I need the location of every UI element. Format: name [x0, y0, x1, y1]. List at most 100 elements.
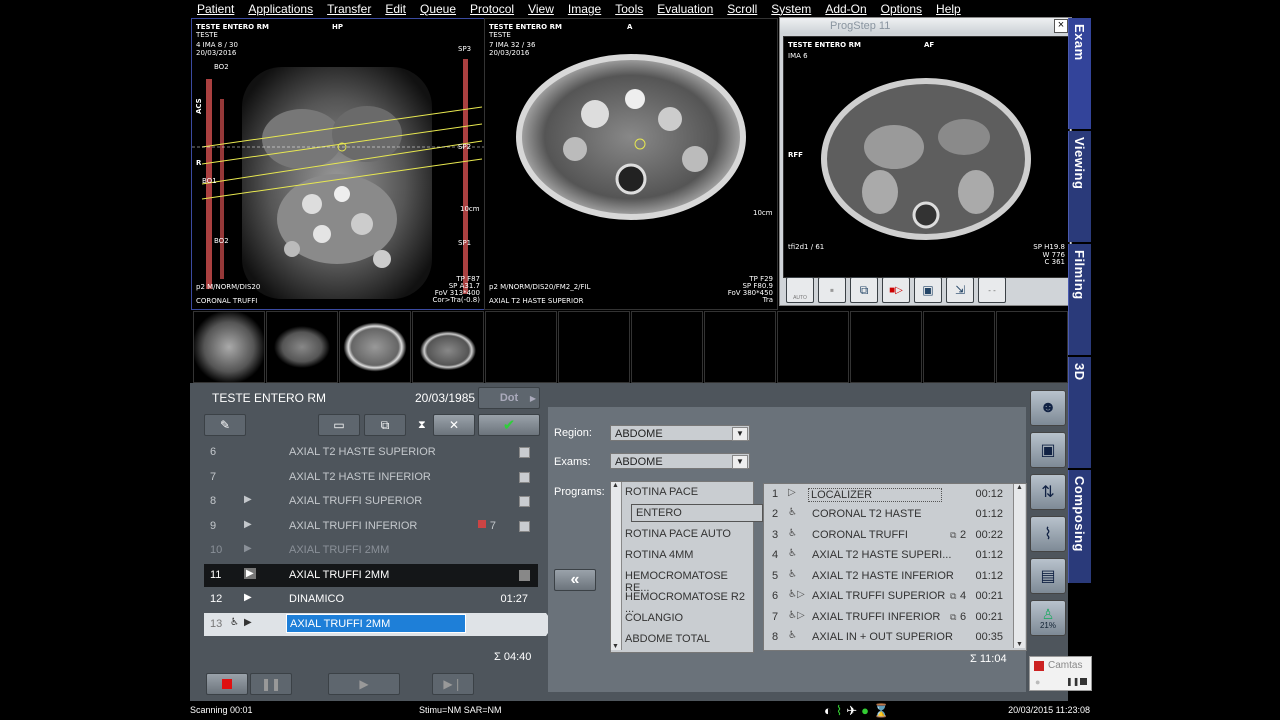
scroll-down-icon[interactable]: ▼: [612, 643, 619, 650]
program-item[interactable]: ABDOME TOTAL: [625, 633, 710, 645]
thumbnail-empty[interactable]: [996, 311, 1068, 383]
queue-row[interactable]: 8 ▶ AXIAL TRUFFI SUPERIOR: [204, 490, 538, 513]
copy-button[interactable]: ⧉: [364, 414, 406, 436]
tab-exam[interactable]: Exam: [1068, 18, 1091, 129]
thumbnail-empty[interactable]: [850, 311, 922, 383]
viewport-coronal[interactable]: TESTE ENTERO RM TESTE 4 IMA 8 / 30 20/03…: [191, 18, 485, 310]
queue-row[interactable]: 12 ▶ DINAMICO 01:27: [204, 588, 538, 611]
tab-composing[interactable]: Composing: [1068, 470, 1091, 583]
record-play-icon[interactable]: ■▷: [882, 277, 910, 303]
queue-row[interactable]: 10 ▶ AXIAL TRUFFI 2MM: [204, 539, 538, 562]
image-icon[interactable]: ▣: [914, 277, 942, 303]
queue-row-name: DINAMICO: [289, 593, 344, 605]
thumbnail[interactable]: [266, 311, 338, 383]
camtasia-widget[interactable]: Camtas ● ❚❚: [1029, 656, 1092, 691]
stop-button[interactable]: [206, 673, 248, 695]
delete-button[interactable]: ✕: [433, 414, 475, 436]
menu-scroll[interactable]: Scroll: [720, 0, 764, 17]
pause-icon[interactable]: ❚❚: [1066, 677, 1079, 686]
confirm-button[interactable]: ✔: [478, 414, 540, 436]
thumbnail-empty[interactable]: [558, 311, 630, 383]
tab-filming[interactable]: Filming: [1068, 244, 1091, 355]
program-item-selected[interactable]: ENTERO: [631, 504, 763, 522]
series-icon[interactable]: ⧉: [850, 277, 878, 303]
queue-row-selected[interactable]: 13 ♿ ▶ AXIAL TRUFFI 2MM: [204, 613, 550, 636]
thumbnail-empty[interactable]: [631, 311, 703, 383]
step-row[interactable]: 8 ♿ AXIAL IN + OUT SUPERIOR 00:35: [764, 627, 1009, 647]
thumbnail-empty[interactable]: [704, 311, 776, 383]
menu-edit[interactable]: Edit: [378, 0, 413, 17]
scroll-up-icon[interactable]: ▲: [612, 482, 619, 489]
menu-tools[interactable]: Tools: [608, 0, 650, 17]
edit-button[interactable]: ✎: [204, 414, 246, 436]
comment-button[interactable]: ▭: [318, 414, 360, 436]
play-button[interactable]: ▶: [328, 673, 400, 695]
step-row[interactable]: 1 ▷ LOCALIZER 00:12: [764, 484, 1009, 504]
program-item[interactable]: COLANGIO: [625, 612, 683, 624]
protocol-steps-list[interactable]: 1 ▷ LOCALIZER 00:12 2 ♿ CORONAL T2 HASTE…: [763, 483, 1027, 651]
menu-view[interactable]: View: [521, 0, 561, 17]
report-button[interactable]: ▤: [1030, 558, 1066, 594]
thumbnail[interactable]: [412, 311, 484, 383]
transfer-left-button[interactable]: «: [554, 569, 596, 591]
queue-row[interactable]: 7 AXIAL T2 HASTE INFERIOR: [204, 466, 538, 489]
menu-transfer[interactable]: Transfer: [320, 0, 378, 17]
menu-system[interactable]: System: [764, 0, 818, 17]
thumbnail-empty[interactable]: [485, 311, 557, 383]
viewport-axial[interactable]: TESTE ENTERO RM TESTE 7 IMA 32 / 36 20/0…: [484, 18, 778, 310]
region-select[interactable]: ABDOME ▼: [610, 425, 750, 441]
thumbnail[interactable]: [193, 311, 265, 383]
queue-row-active[interactable]: 11 ▶ AXIAL TRUFFI 2MM: [204, 564, 538, 587]
queue-row[interactable]: 9 ▶ AXIAL TRUFFI INFERIOR 7: [204, 515, 538, 538]
tab-3d[interactable]: 3D: [1068, 357, 1091, 468]
thumbnail[interactable]: [339, 311, 411, 383]
menu-image[interactable]: Image: [561, 0, 608, 17]
program-item[interactable]: ROTINA PACE: [625, 486, 698, 498]
patient-status-button[interactable]: ♙ 21%: [1030, 600, 1066, 636]
transfer-button[interactable]: ⇅: [1030, 474, 1066, 510]
step-row[interactable]: 7 ♿▷ AXIAL TRUFFI INFERIOR ⧉ 6 00:21: [764, 607, 1009, 627]
program-item[interactable]: ROTINA 4MM: [625, 549, 693, 561]
export-icon[interactable]: ⇲: [946, 277, 974, 303]
exams-select[interactable]: ABDOME ▼: [610, 453, 750, 469]
menu-add-on[interactable]: Add-On: [818, 0, 873, 17]
menu-applications[interactable]: Applications: [241, 0, 320, 17]
programs-scrollbar[interactable]: ▲ ▼: [611, 482, 622, 650]
thumbnail-empty[interactable]: [777, 311, 849, 383]
menu-options[interactable]: Options: [874, 0, 929, 17]
programs-list[interactable]: ▲ ▼ ROTINA PACE ENTERO ROTINA PACE AUTO …: [610, 481, 763, 653]
step-row[interactable]: 3 ♿ CORONAL TRUFFI ⧉ 2 00:22: [764, 525, 1009, 545]
menu-protocol[interactable]: Protocol: [463, 0, 521, 17]
stop-icon[interactable]: [1080, 678, 1087, 685]
more-icon[interactable]: - -: [978, 277, 1006, 303]
skip-button[interactable]: ▶❘: [432, 673, 474, 695]
step-row[interactable]: 5 ♿ AXIAL T2 HASTE INFERIOR 01:12: [764, 566, 1009, 586]
thumbnail-empty[interactable]: [923, 311, 995, 383]
scroll-down-icon[interactable]: ▼: [1016, 641, 1023, 648]
copy-icon[interactable]: ▪: [818, 277, 846, 303]
queue-row-number: 10: [210, 544, 223, 556]
step-row[interactable]: 4 ♿ AXIAL T2 HASTE SUPERI... 01:12: [764, 545, 1009, 565]
menu-queue[interactable]: Queue: [413, 0, 463, 17]
dot-button[interactable]: Dot ▶: [478, 387, 540, 409]
menu-patient[interactable]: Patient: [190, 0, 241, 17]
program-item[interactable]: ROTINA PACE AUTO: [625, 528, 731, 540]
menu-evaluation[interactable]: Evaluation: [650, 0, 720, 17]
progstep-image[interactable]: TESTE ENTERO RM IMA 6 AF RFF tfi2d1 / 61…: [783, 36, 1070, 278]
step-row[interactable]: 6 ♿▷ AXIAL TRUFFI SUPERIOR ⧉ 4 00:21: [764, 586, 1009, 606]
queue-row[interactable]: 6 AXIAL T2 HASTE SUPERIOR: [204, 441, 538, 464]
auto-button[interactable]: AUTO: [786, 277, 814, 303]
scroll-up-icon[interactable]: ▲: [1016, 484, 1023, 491]
linked-series-count: 6: [960, 611, 967, 623]
head-coil-button[interactable]: ☻: [1030, 390, 1066, 426]
pause-button[interactable]: ❚❚: [250, 673, 292, 695]
ecg-button[interactable]: ⌇: [1030, 516, 1066, 552]
tab-viewing[interactable]: Viewing: [1068, 131, 1091, 242]
queue-row-name-edit[interactable]: AXIAL TRUFFI 2MM: [286, 614, 466, 633]
menu-help[interactable]: Help: [929, 0, 968, 17]
step-row[interactable]: 2 ♿ CORONAL T2 HASTE 01:12: [764, 504, 1009, 524]
image-view-button[interactable]: ▣: [1030, 432, 1066, 468]
steps-scrollbar[interactable]: ▲ ▼: [1013, 484, 1025, 648]
linked-series-count: 4: [960, 590, 967, 602]
close-icon[interactable]: ×: [1054, 19, 1068, 33]
